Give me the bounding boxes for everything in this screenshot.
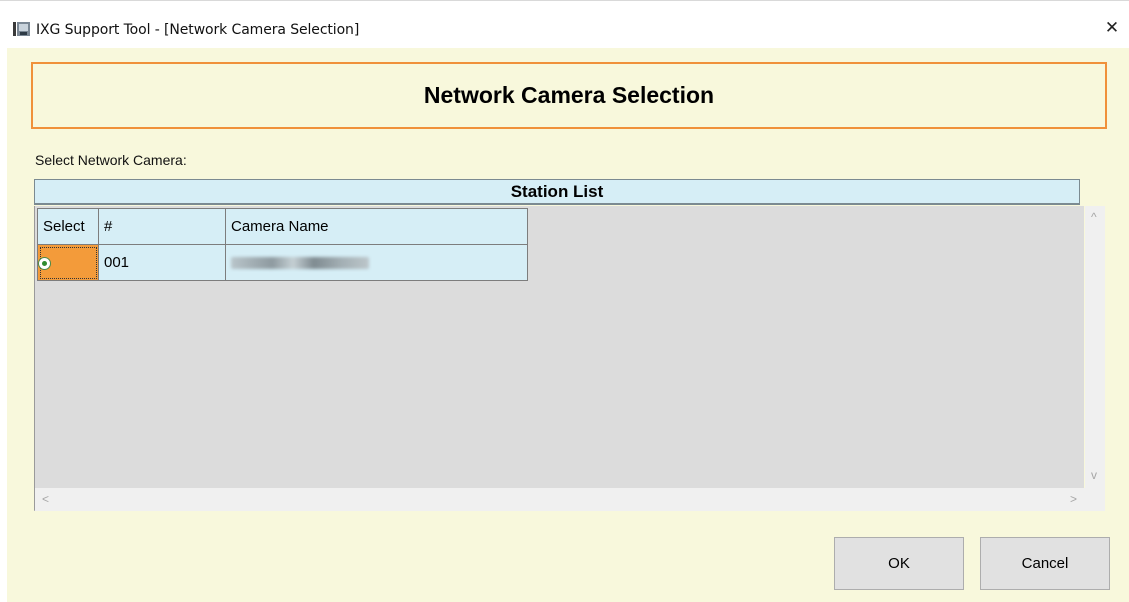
cancel-button[interactable]: Cancel	[980, 537, 1110, 590]
scroll-down-icon[interactable]: v	[1091, 468, 1097, 482]
ok-button[interactable]: OK	[834, 537, 964, 590]
vertical-scrollbar[interactable]: ^ v	[1085, 206, 1105, 488]
page-title: Network Camera Selection	[423, 82, 715, 108]
app-icon	[13, 22, 30, 36]
scroll-up-icon[interactable]: ^	[1091, 210, 1097, 224]
page-header: Network Camera Selection	[31, 62, 1107, 129]
table-header-row: Select # Camera Name	[37, 208, 528, 245]
table-row[interactable]: 001	[37, 244, 528, 281]
dialog-client-area: Network Camera Selection Select Network …	[7, 48, 1129, 602]
camera-select-radio[interactable]	[38, 256, 51, 270]
horizontal-scrollbar[interactable]: < >	[35, 488, 1105, 511]
window-title: IXG Support Tool - [Network Camera Selec…	[36, 22, 360, 38]
station-table: Select # Camera Name 001	[37, 208, 528, 281]
scroll-left-icon[interactable]: <	[42, 492, 49, 506]
title-bar: IXG Support Tool - [Network Camera Selec…	[0, 0, 1129, 48]
camera-number-cell[interactable]: 001	[98, 244, 226, 281]
camera-name-cell[interactable]	[225, 244, 528, 281]
select-cell[interactable]	[37, 244, 99, 281]
close-button[interactable]: ✕	[1095, 11, 1129, 45]
select-network-camera-label: Select Network Camera:	[35, 152, 187, 168]
close-icon: ✕	[1104, 18, 1120, 37]
station-list-header: Station List	[34, 179, 1080, 205]
column-header-number[interactable]: #	[98, 208, 226, 245]
camera-name-redacted	[231, 257, 369, 270]
column-header-select[interactable]: Select	[37, 208, 99, 245]
column-header-camera-name[interactable]: Camera Name	[225, 208, 528, 245]
station-list-grid[interactable]: Select # Camera Name 001 ^ v < >	[34, 206, 1105, 511]
scroll-right-icon[interactable]: >	[1070, 492, 1077, 506]
